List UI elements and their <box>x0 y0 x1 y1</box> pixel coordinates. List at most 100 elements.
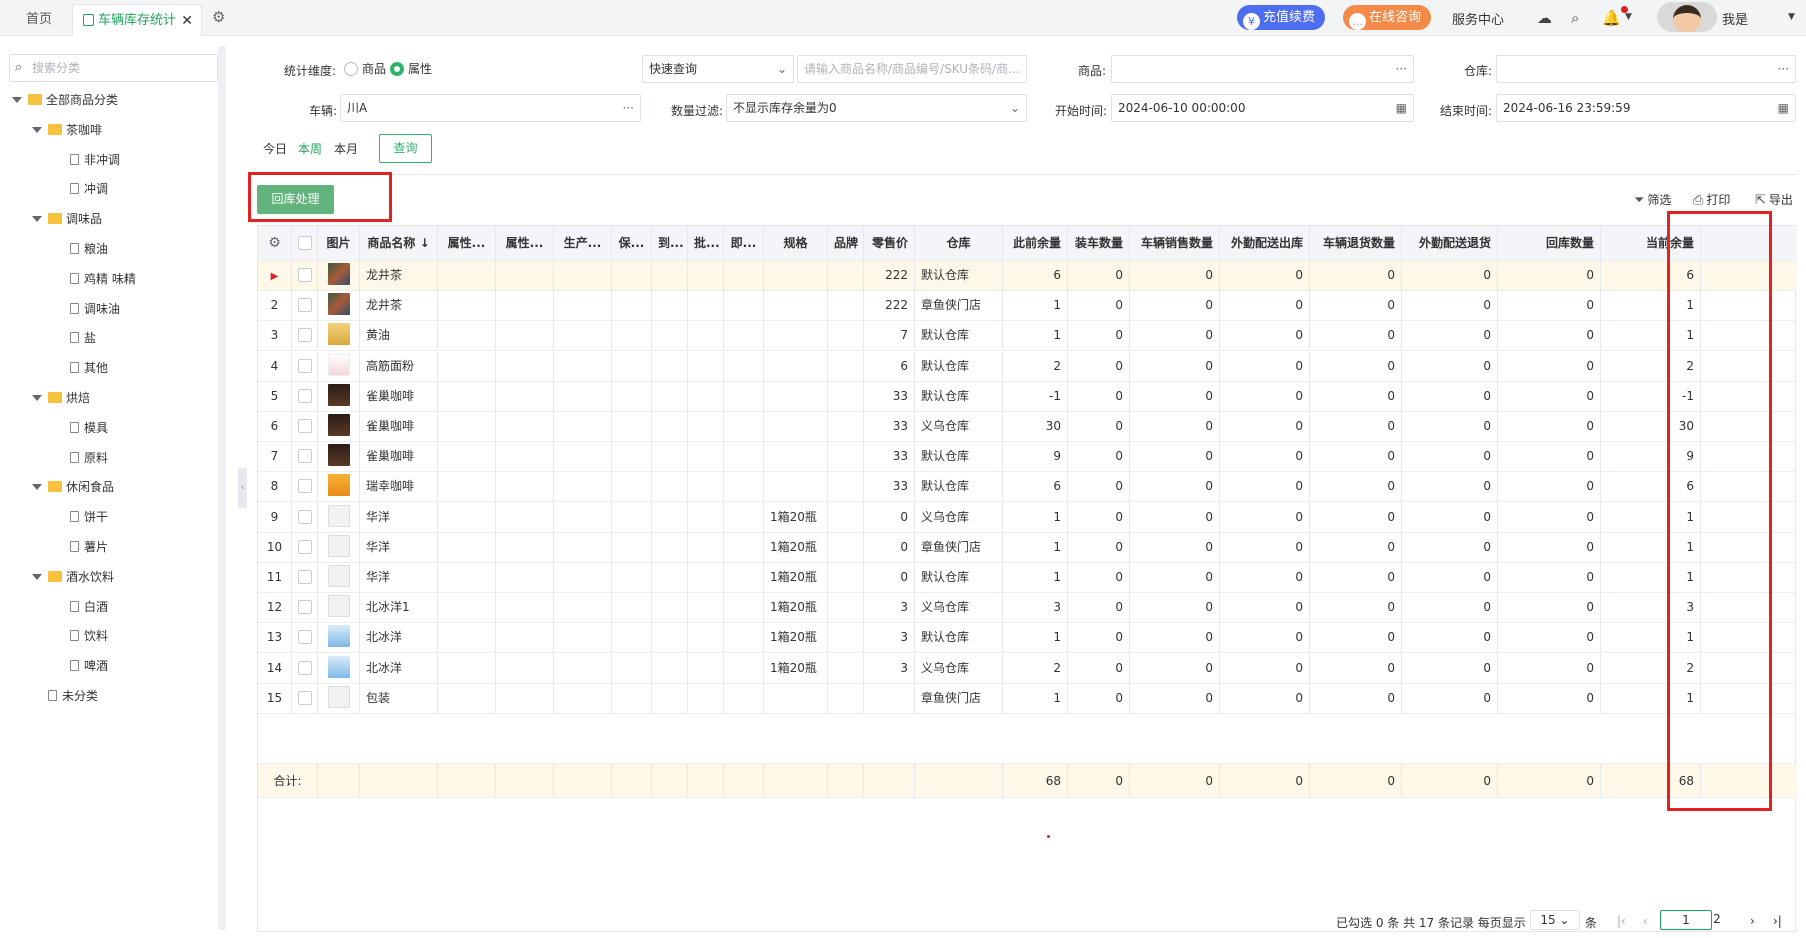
column-header[interactable]: 外勤配送退货 <box>1402 226 1498 260</box>
radio-attribute[interactable]: 属性 <box>384 60 432 77</box>
quick-query-select[interactable]: 快速查询 ⌄ <box>642 55 794 83</box>
table-row[interactable]: 11 华洋 1箱20瓶 0 默认仓库 1 0 0 0 0 0 0 1 <box>258 563 1797 593</box>
column-header[interactable]: 保... <box>612 226 652 260</box>
page-2[interactable]: 2 <box>1691 910 1743 930</box>
close-icon[interactable]: ✕ <box>181 5 193 37</box>
sort-down-icon[interactable]: ↓ <box>415 236 430 250</box>
search-icon[interactable]: ⌕ <box>1571 9 1579 27</box>
table-row[interactable]: 3 黄油 7 默认仓库 1 0 0 0 0 0 0 1 <box>258 321 1797 352</box>
row-checkbox[interactable] <box>292 532 318 562</box>
cloud-download-icon[interactable]: ☁ <box>1537 9 1552 27</box>
column-header[interactable]: 即... <box>724 226 764 260</box>
column-header[interactable]: 属性... <box>438 226 496 260</box>
category-item[interactable]: 烘焙 <box>32 388 90 408</box>
table-row[interactable]: 9 华洋 1箱20瓶 0 义乌仓库 1 0 0 0 0 0 0 1 <box>258 502 1797 533</box>
chevron-down-icon[interactable] <box>32 573 42 580</box>
first-page-icon[interactable]: |‹ <box>1617 914 1626 928</box>
select-all-checkbox[interactable] <box>292 226 318 260</box>
print-button[interactable]: ⎙ 打印 <box>1693 191 1730 208</box>
table-row[interactable]: 7 雀巢咖啡 33 默认仓库 9 0 0 0 0 0 0 9 <box>258 442 1797 473</box>
user-name[interactable]: 我是 <box>1722 9 1748 28</box>
category-item[interactable]: 休闲食品 <box>32 477 114 497</box>
consult-button[interactable]: … 在线咨询 <box>1343 5 1432 30</box>
collapse-sidebar-handle[interactable]: ‹ <box>238 468 247 508</box>
chevron-down-icon[interactable] <box>32 126 42 133</box>
table-row[interactable]: 5 雀巢咖啡 33 默认仓库 -1 0 0 0 0 0 0 -1 <box>258 381 1797 412</box>
category-item[interactable]: 其他 <box>70 358 108 378</box>
column-header[interactable]: 批... <box>688 226 724 260</box>
column-header-product-name[interactable]: 商品名称 ↓ <box>360 226 438 260</box>
sidebar-scrollbar[interactable] <box>218 46 226 930</box>
row-checkbox[interactable] <box>292 291 318 321</box>
table-row[interactable]: 15 包装 章鱼侠门店 1 0 0 0 0 0 0 1 <box>258 683 1797 714</box>
bell-icon[interactable]: 🔔 <box>1602 9 1621 27</box>
row-checkbox[interactable] <box>292 321 318 351</box>
table-row[interactable]: 2 龙井茶 222 章鱼侠门店 1 0 0 0 0 0 0 1 <box>258 291 1797 322</box>
row-checkbox[interactable] <box>292 593 318 623</box>
column-header[interactable]: 规格 <box>764 226 828 260</box>
page-size-select[interactable]: 15 ⌄ <box>1530 910 1580 930</box>
category-item[interactable]: 饼干 <box>70 507 108 527</box>
category-item[interactable]: 酒水饮料 <box>32 567 114 587</box>
chevron-down-icon[interactable] <box>32 216 42 223</box>
category-item[interactable]: 薯片 <box>70 537 108 557</box>
column-header[interactable]: 零售价 <box>864 226 915 260</box>
row-checkbox[interactable] <box>292 351 318 381</box>
quick-date-today[interactable]: 今日 <box>263 140 287 157</box>
service-center-link[interactable]: 服务中心 <box>1452 9 1504 28</box>
category-item[interactable]: 全部商品分类 <box>12 90 118 110</box>
row-checkbox[interactable] <box>292 623 318 653</box>
table-row[interactable]: 10 华洋 1箱20瓶 0 章鱼侠门店 1 0 0 0 0 0 0 1 <box>258 532 1797 563</box>
row-checkbox[interactable] <box>292 683 318 713</box>
table-row[interactable]: 13 北冰洋 1箱20瓶 3 默认仓库 1 0 0 0 0 0 0 1 <box>258 623 1797 654</box>
category-item[interactable]: 原料 <box>70 448 108 468</box>
category-item[interactable]: 模具 <box>70 418 108 438</box>
category-item[interactable]: 未分类 <box>48 686 98 706</box>
category-item[interactable]: 鸡精 味精 <box>70 269 136 289</box>
more-icon[interactable]: ··· <box>623 95 634 121</box>
category-item[interactable]: 调味品 <box>32 209 102 229</box>
chevron-down-icon[interactable]: ▼ <box>1625 12 1632 22</box>
more-icon[interactable]: ··· <box>1778 56 1789 82</box>
product-search-input[interactable]: 请输入商品名称/商品编号/SKU条码/商... <box>797 55 1027 83</box>
table-row[interactable]: 6 雀巢咖啡 33 义乌仓库 30 0 0 0 0 0 0 30 <box>258 412 1797 442</box>
next-page-icon[interactable]: › <box>1750 914 1755 928</box>
quick-date-this-month[interactable]: 本月 <box>334 140 358 157</box>
column-header[interactable]: 回库数量 <box>1498 226 1601 260</box>
chevron-down-icon[interactable] <box>12 97 22 103</box>
column-header[interactable]: 图片 <box>318 226 360 260</box>
tab-vehicle-stock[interactable]: 车辆库存统计 ✕ <box>72 4 202 36</box>
category-item[interactable]: 啤酒 <box>70 656 108 676</box>
start-time-field[interactable]: 2024-06-10 00:00:00 ▦ <box>1111 94 1414 122</box>
category-item[interactable]: 冲调 <box>70 179 108 199</box>
column-header[interactable]: 属性... <box>496 226 554 260</box>
row-checkbox[interactable] <box>292 261 318 290</box>
category-item[interactable]: 调味油 <box>70 299 120 319</box>
column-header[interactable]: 车辆退货数量 <box>1310 226 1402 260</box>
category-item[interactable]: 盐 <box>70 328 96 348</box>
export-button[interactable]: ⇱ 导出 <box>1755 191 1793 208</box>
prev-page-icon[interactable]: ‹ <box>1643 914 1648 928</box>
user-menu-chevron-icon[interactable]: ▼ <box>1788 12 1795 22</box>
category-item[interactable]: 非冲调 <box>70 150 120 170</box>
qty-filter-select[interactable]: 不显示库存余量为0 ⌄ <box>726 94 1027 122</box>
table-row[interactable]: ▶ 龙井茶 222 默认仓库 6 0 0 0 0 0 0 6 <box>258 261 1797 291</box>
calendar-icon[interactable]: ▦ <box>1396 95 1407 121</box>
row-checkbox[interactable] <box>292 381 318 411</box>
row-checkbox[interactable] <box>292 563 318 592</box>
radio-product[interactable]: 商品 <box>338 60 386 77</box>
row-checkbox[interactable] <box>292 412 318 441</box>
column-header[interactable]: 装车数量 <box>1068 226 1130 260</box>
filter-button[interactable]: ⏷ 筛选 <box>1634 191 1671 208</box>
column-header[interactable]: 到... <box>652 226 688 260</box>
gear-icon[interactable]: ⚙ <box>212 9 228 25</box>
column-header[interactable]: 品牌 <box>828 226 864 260</box>
table-row[interactable]: 4 高筋面粉 6 默认仓库 2 0 0 0 0 0 0 2 <box>258 351 1797 382</box>
category-item[interactable]: 白酒 <box>70 597 108 617</box>
table-row[interactable]: 12 北冰洋1 1箱20瓶 3 义乌仓库 3 0 0 0 0 0 0 3 <box>258 593 1797 624</box>
row-checkbox[interactable] <box>292 653 318 683</box>
query-button[interactable]: 查询 <box>379 134 432 163</box>
quick-date-this-week[interactable]: 本周 <box>298 140 322 157</box>
category-item[interactable]: 饮料 <box>70 626 108 646</box>
end-time-field[interactable]: 2024-06-16 23:59:59 ▦ <box>1496 94 1796 122</box>
